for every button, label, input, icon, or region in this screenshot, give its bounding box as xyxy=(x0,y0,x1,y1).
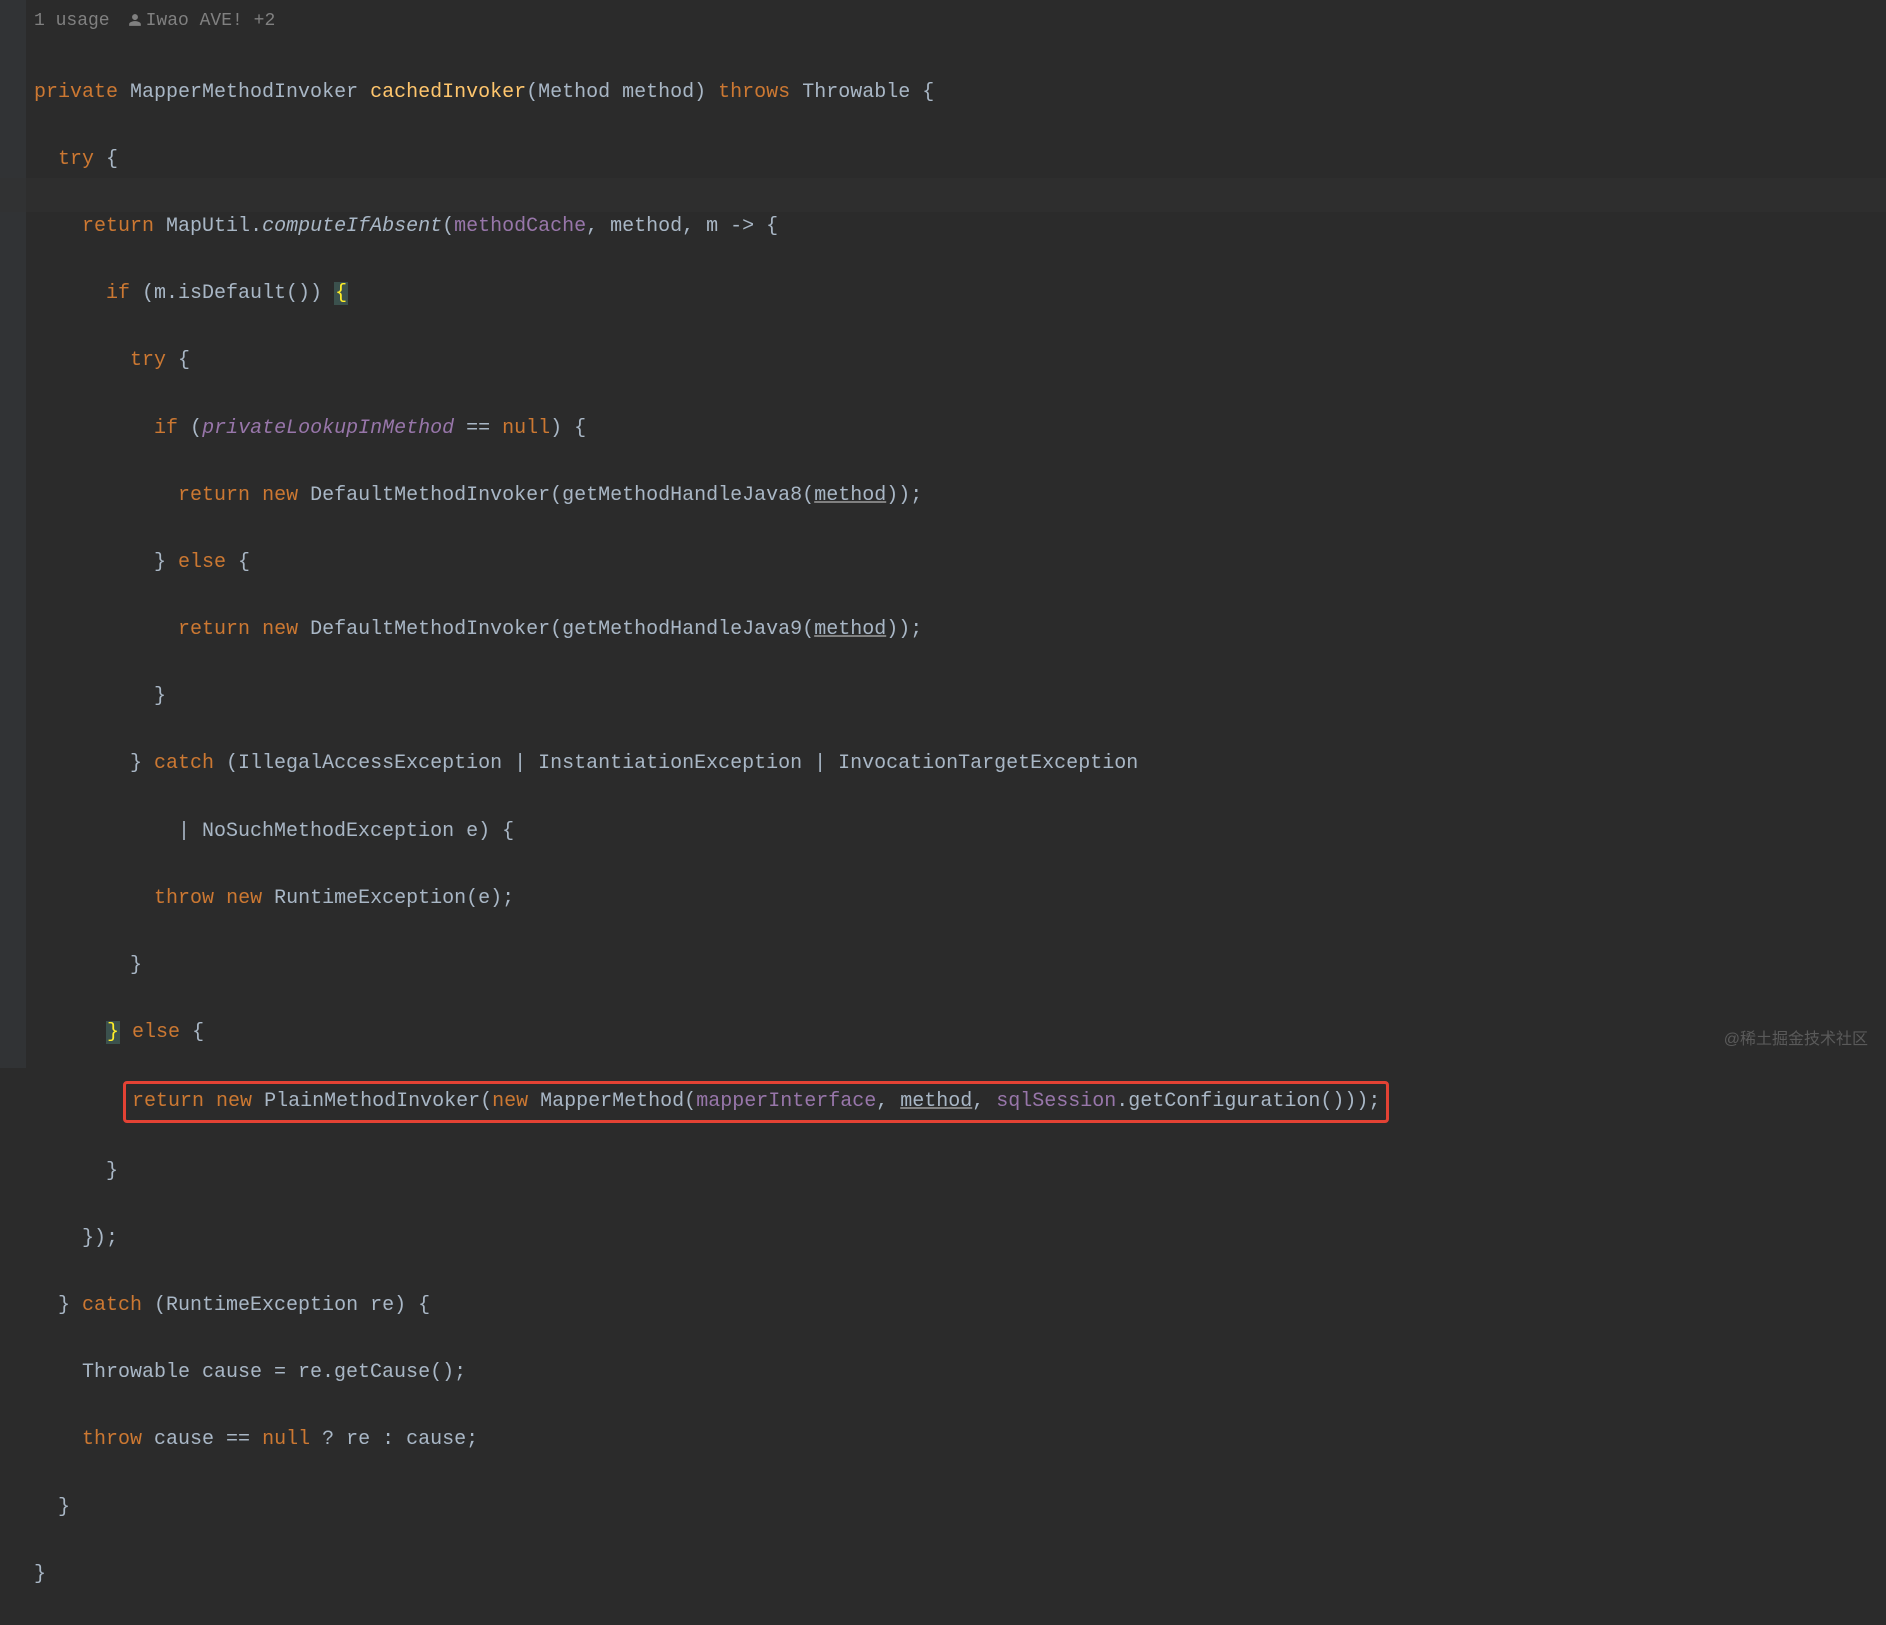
code-line[interactable]: } xyxy=(34,1155,1382,1189)
code-line[interactable]: } xyxy=(34,680,1382,714)
code-line[interactable]: } catch (IllegalAccessException | Instan… xyxy=(34,747,1382,781)
user-icon xyxy=(128,13,142,27)
code-line[interactable]: Throwable cause = re.getCause(); xyxy=(34,1356,1382,1390)
code-line[interactable]: return new PlainMethodInvoker(new Mapper… xyxy=(34,1083,1382,1121)
author-hint[interactable]: Iwao AVE! +2 xyxy=(128,6,276,36)
code-line[interactable]: if (m.isDefault()) { xyxy=(34,277,1382,311)
code-line[interactable]: } xyxy=(34,1491,1382,1525)
usages-hint[interactable]: 1 usage xyxy=(34,6,110,36)
code-line[interactable]: } xyxy=(34,949,1382,983)
code-line[interactable]: | NoSuchMethodException e) { xyxy=(34,815,1382,849)
code-line[interactable]: if (privateLookupInMethod == null) { xyxy=(34,412,1382,446)
code-line[interactable]: } else { xyxy=(34,1016,1382,1050)
code-line[interactable]: return new DefaultMethodInvoker(getMetho… xyxy=(34,613,1382,647)
code-line[interactable]: } catch (RuntimeException re) { xyxy=(34,1289,1382,1323)
watermark: @稀土掘金技术社区 xyxy=(1724,1027,1868,1054)
code-line[interactable]: private MapperMethodInvoker cachedInvoke… xyxy=(34,76,1382,110)
code-line[interactable]: } xyxy=(34,1558,1382,1592)
editor-gutter xyxy=(0,0,26,1068)
code-line[interactable]: return MapUtil.computeIfAbsent(methodCac… xyxy=(34,210,1382,244)
inlay-hints-header: 1 usage Iwao AVE! +2 xyxy=(34,6,275,36)
code-line[interactable]: } else { xyxy=(34,546,1382,580)
code-line[interactable]: return new DefaultMethodInvoker(getMetho… xyxy=(34,479,1382,513)
highlighted-box: return new PlainMethodInvoker(new Mapper… xyxy=(123,1081,1389,1123)
code-editor[interactable]: private MapperMethodInvoker cachedInvoke… xyxy=(34,42,1382,1625)
code-line[interactable]: }); xyxy=(34,1222,1382,1256)
code-line[interactable]: throw new RuntimeException(e); xyxy=(34,882,1382,916)
code-line[interactable]: try { xyxy=(34,344,1382,378)
code-line[interactable]: throw cause == null ? re : cause; xyxy=(34,1423,1382,1457)
code-line[interactable]: try { xyxy=(34,143,1382,177)
